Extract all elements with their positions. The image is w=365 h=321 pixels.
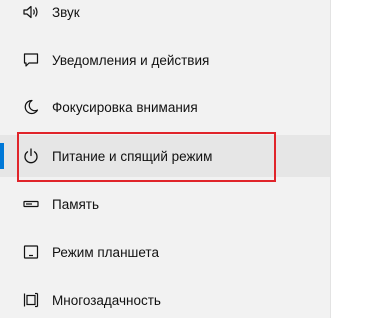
sidebar-item-sound[interactable]: Звук — [0, 0, 330, 33]
tablet-icon — [22, 243, 40, 261]
moon-icon — [22, 98, 40, 116]
sidebar-item-tablet-mode[interactable]: Режим планшета — [0, 231, 330, 273]
sidebar-item-multitasking[interactable]: Многозадачность — [0, 279, 330, 321]
sidebar-item-focus-assist[interactable]: Фокусировка внимания — [0, 86, 330, 128]
sidebar-item-notifications[interactable]: Уведомления и действия — [0, 39, 330, 81]
sidebar-item-label: Питание и спящий режим — [52, 148, 213, 164]
sidebar-item-label: Уведомления и действия — [52, 52, 210, 68]
sidebar-item-label: Фокусировка внимания — [52, 99, 198, 115]
selected-indicator — [0, 143, 4, 169]
storage-icon — [22, 195, 40, 213]
sidebar-item-label: Звук — [52, 4, 80, 20]
speaker-icon — [22, 3, 40, 21]
sidebar-item-label: Многозадачность — [52, 292, 161, 308]
settings-sidebar: Звук Уведомления и действия Фокусировка … — [0, 0, 330, 318]
multitasking-icon — [22, 291, 40, 309]
sidebar-item-label: Режим планшета — [52, 244, 159, 260]
sidebar-item-storage[interactable]: Память — [0, 183, 330, 225]
chat-bubble-icon — [22, 51, 40, 69]
sidebar-item-power-sleep[interactable]: Питание и спящий режим — [0, 135, 330, 177]
panel-divider — [330, 0, 331, 318]
sidebar-item-label: Память — [52, 196, 100, 212]
power-icon — [22, 147, 40, 165]
